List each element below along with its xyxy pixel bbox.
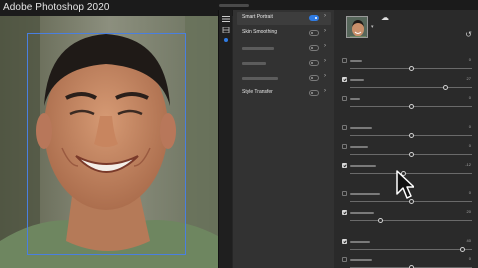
filter-label-placeholder [242, 62, 266, 65]
chevron-right-icon[interactable]: › [324, 28, 326, 34]
cloud-icon: ☁ [381, 13, 389, 22]
slider-thumb[interactable] [378, 218, 383, 223]
slider-value: 0 [468, 143, 471, 148]
slider-value: -12 [465, 162, 471, 167]
pointer-cursor-icon [396, 170, 414, 199]
slider-thumb[interactable] [408, 133, 414, 138]
filter-item-smart-portrait[interactable]: Smart Portrait › [237, 12, 331, 25]
slider-row: 20 [342, 209, 472, 231]
filter-toggle[interactable] [309, 45, 319, 51]
slider-thumb[interactable] [408, 66, 414, 71]
slider-track[interactable] [350, 104, 472, 109]
slider-value: 0 [468, 124, 471, 129]
reset-icon[interactable]: ↺ [465, 30, 472, 39]
chevron-right-icon[interactable]: › [324, 58, 326, 64]
slider-checkbox[interactable] [342, 210, 347, 215]
panel-menu-icon[interactable] [222, 16, 230, 22]
photo-canvas[interactable] [0, 16, 218, 268]
filter-properties-panel: ▾ ☁ ↺ 0 27 0 0 0 -12 0 20 40 0 [334, 10, 478, 268]
filter-toggle[interactable] [309, 15, 319, 21]
slider-checkbox[interactable] [342, 144, 347, 149]
slider-thumb[interactable] [408, 104, 414, 109]
slider-track[interactable] [350, 66, 472, 71]
slider-checkbox[interactable] [342, 239, 347, 244]
chevron-down-icon[interactable]: ▾ [371, 24, 374, 30]
slider-track[interactable] [350, 218, 472, 223]
slider-label-placeholder [350, 193, 380, 195]
chevron-right-icon[interactable]: › [324, 43, 326, 49]
layers-icon[interactable] [222, 27, 230, 33]
tool-strip [218, 10, 232, 268]
filter-item[interactable]: › [237, 72, 331, 85]
slider-value: 40 [466, 238, 471, 243]
slider-label-placeholder [350, 127, 372, 129]
filters-icon[interactable] [222, 37, 230, 43]
slider-checkbox[interactable] [342, 257, 347, 262]
filter-label-placeholder [242, 47, 274, 50]
filter-toggle[interactable] [309, 90, 319, 96]
app-title: Adobe Photoshop 2020 [3, 2, 110, 13]
slider-label-placeholder [350, 79, 364, 81]
slider-checkbox[interactable] [342, 58, 347, 63]
slider-label-placeholder [350, 146, 368, 148]
slider-thumb[interactable] [459, 247, 465, 252]
reference-thumbnail[interactable] [346, 16, 368, 38]
slider-row: 0 [342, 256, 472, 268]
neural-filters-list: Smart Portrait › Skin Smoothing › › › › … [233, 10, 334, 268]
slider-checkbox[interactable] [342, 77, 347, 82]
filter-item[interactable]: › [237, 42, 331, 55]
filter-item-skin-smoothing[interactable]: Skin Smoothing › [237, 27, 331, 40]
slider-checkbox[interactable] [342, 96, 347, 101]
slider-checkbox[interactable] [342, 163, 347, 168]
chevron-right-icon[interactable]: › [324, 73, 326, 79]
filter-toggle[interactable] [309, 75, 319, 81]
slider-label-placeholder [350, 212, 374, 214]
slider-value: 0 [468, 95, 471, 100]
slider-label-placeholder [350, 241, 370, 243]
slider-thumb[interactable] [408, 152, 414, 157]
filter-label-placeholder [242, 77, 278, 80]
slider-track[interactable] [350, 85, 472, 90]
filter-label: Style Transfer [242, 89, 273, 95]
slider-track[interactable] [350, 133, 472, 138]
portrait-photo [0, 16, 218, 268]
filter-item-style-transfer[interactable]: Style Transfer › [237, 87, 331, 100]
slider-value: 0 [468, 256, 471, 261]
filter-label: Skin Smoothing [242, 29, 278, 35]
slider-label-placeholder [350, 98, 360, 100]
slider-value: 0 [468, 57, 471, 62]
panel-grip[interactable] [219, 4, 249, 7]
slider-checkbox[interactable] [342, 191, 347, 196]
chevron-right-icon[interactable]: › [324, 88, 326, 94]
chevron-right-icon[interactable]: › [324, 13, 326, 19]
slider-value: 20 [466, 209, 471, 214]
slider-thumb[interactable] [442, 85, 448, 90]
thumbnail-face [347, 17, 367, 37]
slider-label-placeholder [350, 165, 376, 167]
slider-value: 0 [468, 190, 471, 195]
slider-row: 0 [342, 95, 472, 117]
filter-toggle[interactable] [309, 30, 319, 36]
slider-value: 27 [466, 76, 471, 81]
slider-track[interactable] [350, 152, 472, 157]
slider-checkbox[interactable] [342, 125, 347, 130]
filter-label: Smart Portrait [242, 14, 273, 20]
filter-toggle[interactable] [309, 60, 319, 66]
slider-label-placeholder [350, 259, 372, 261]
slider-track[interactable] [350, 247, 472, 252]
slider-label-placeholder [350, 60, 362, 62]
slider-track[interactable] [350, 199, 472, 204]
filter-item[interactable]: › [237, 57, 331, 70]
